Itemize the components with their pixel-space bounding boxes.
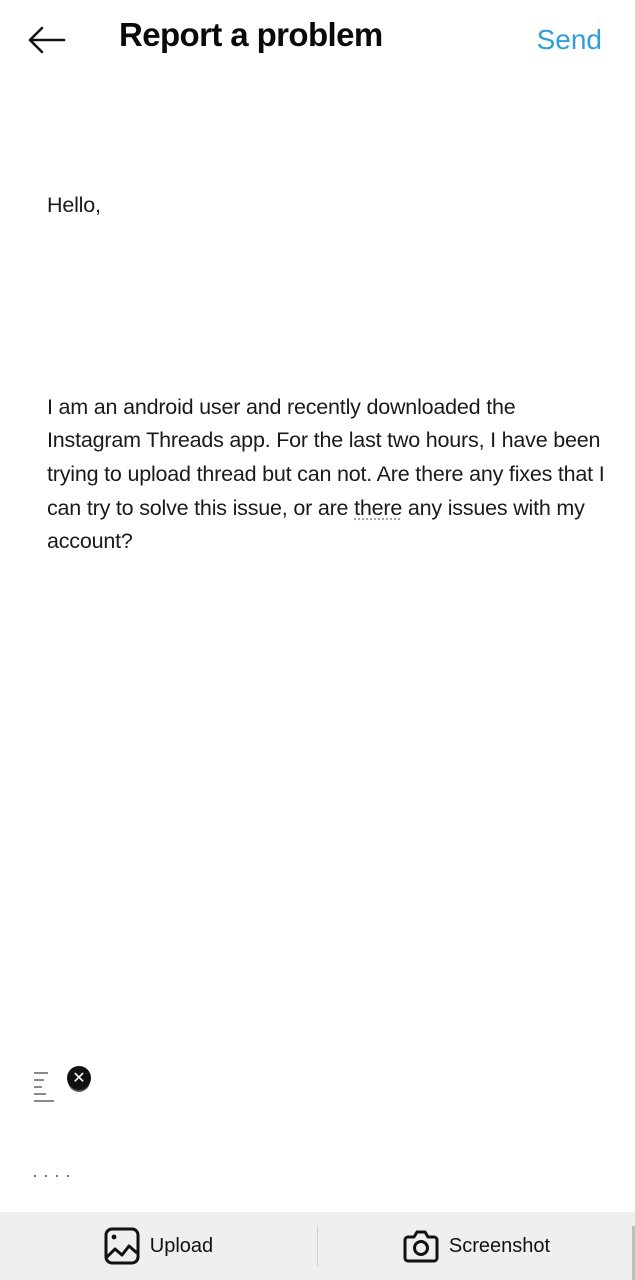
header: Report a problem Send	[0, 0, 635, 80]
thumbnail-preview	[34, 1072, 58, 1112]
screenshot-button[interactable]: Screenshot	[318, 1212, 635, 1280]
dot	[67, 1175, 69, 1177]
bottom-action-bar: Upload Screenshot	[0, 1212, 635, 1280]
dot	[34, 1175, 36, 1177]
back-button[interactable]	[22, 20, 70, 60]
dot	[45, 1175, 47, 1177]
screenshot-label: Screenshot	[448, 1234, 551, 1257]
report-problem-screen: Report a problem Send Hello, I am an and…	[0, 0, 635, 1280]
image-icon	[104, 1227, 140, 1265]
upload-button[interactable]: Upload	[0, 1212, 317, 1280]
page-title: Report a problem	[119, 16, 383, 53]
message-body: I am an android user and recently downlo…	[47, 391, 607, 559]
dot	[56, 1175, 58, 1177]
remove-attachment-button[interactable]: ✕	[67, 1066, 91, 1090]
close-circle-icon: ✕	[72, 1070, 86, 1087]
page-indicator	[34, 1173, 84, 1179]
message-textarea[interactable]: Hello, I am an android user and recently…	[47, 122, 607, 626]
attachment-thumbnail[interactable]: ✕	[30, 1064, 92, 1114]
message-spacer	[47, 290, 607, 324]
spellcheck-flagged-word[interactable]: there	[354, 496, 402, 520]
arrow-left-icon	[28, 26, 66, 54]
send-button[interactable]: Send	[537, 24, 602, 56]
upload-label: Upload	[149, 1234, 214, 1257]
camera-icon	[403, 1230, 439, 1263]
message-greeting: Hello,	[47, 193, 101, 218]
